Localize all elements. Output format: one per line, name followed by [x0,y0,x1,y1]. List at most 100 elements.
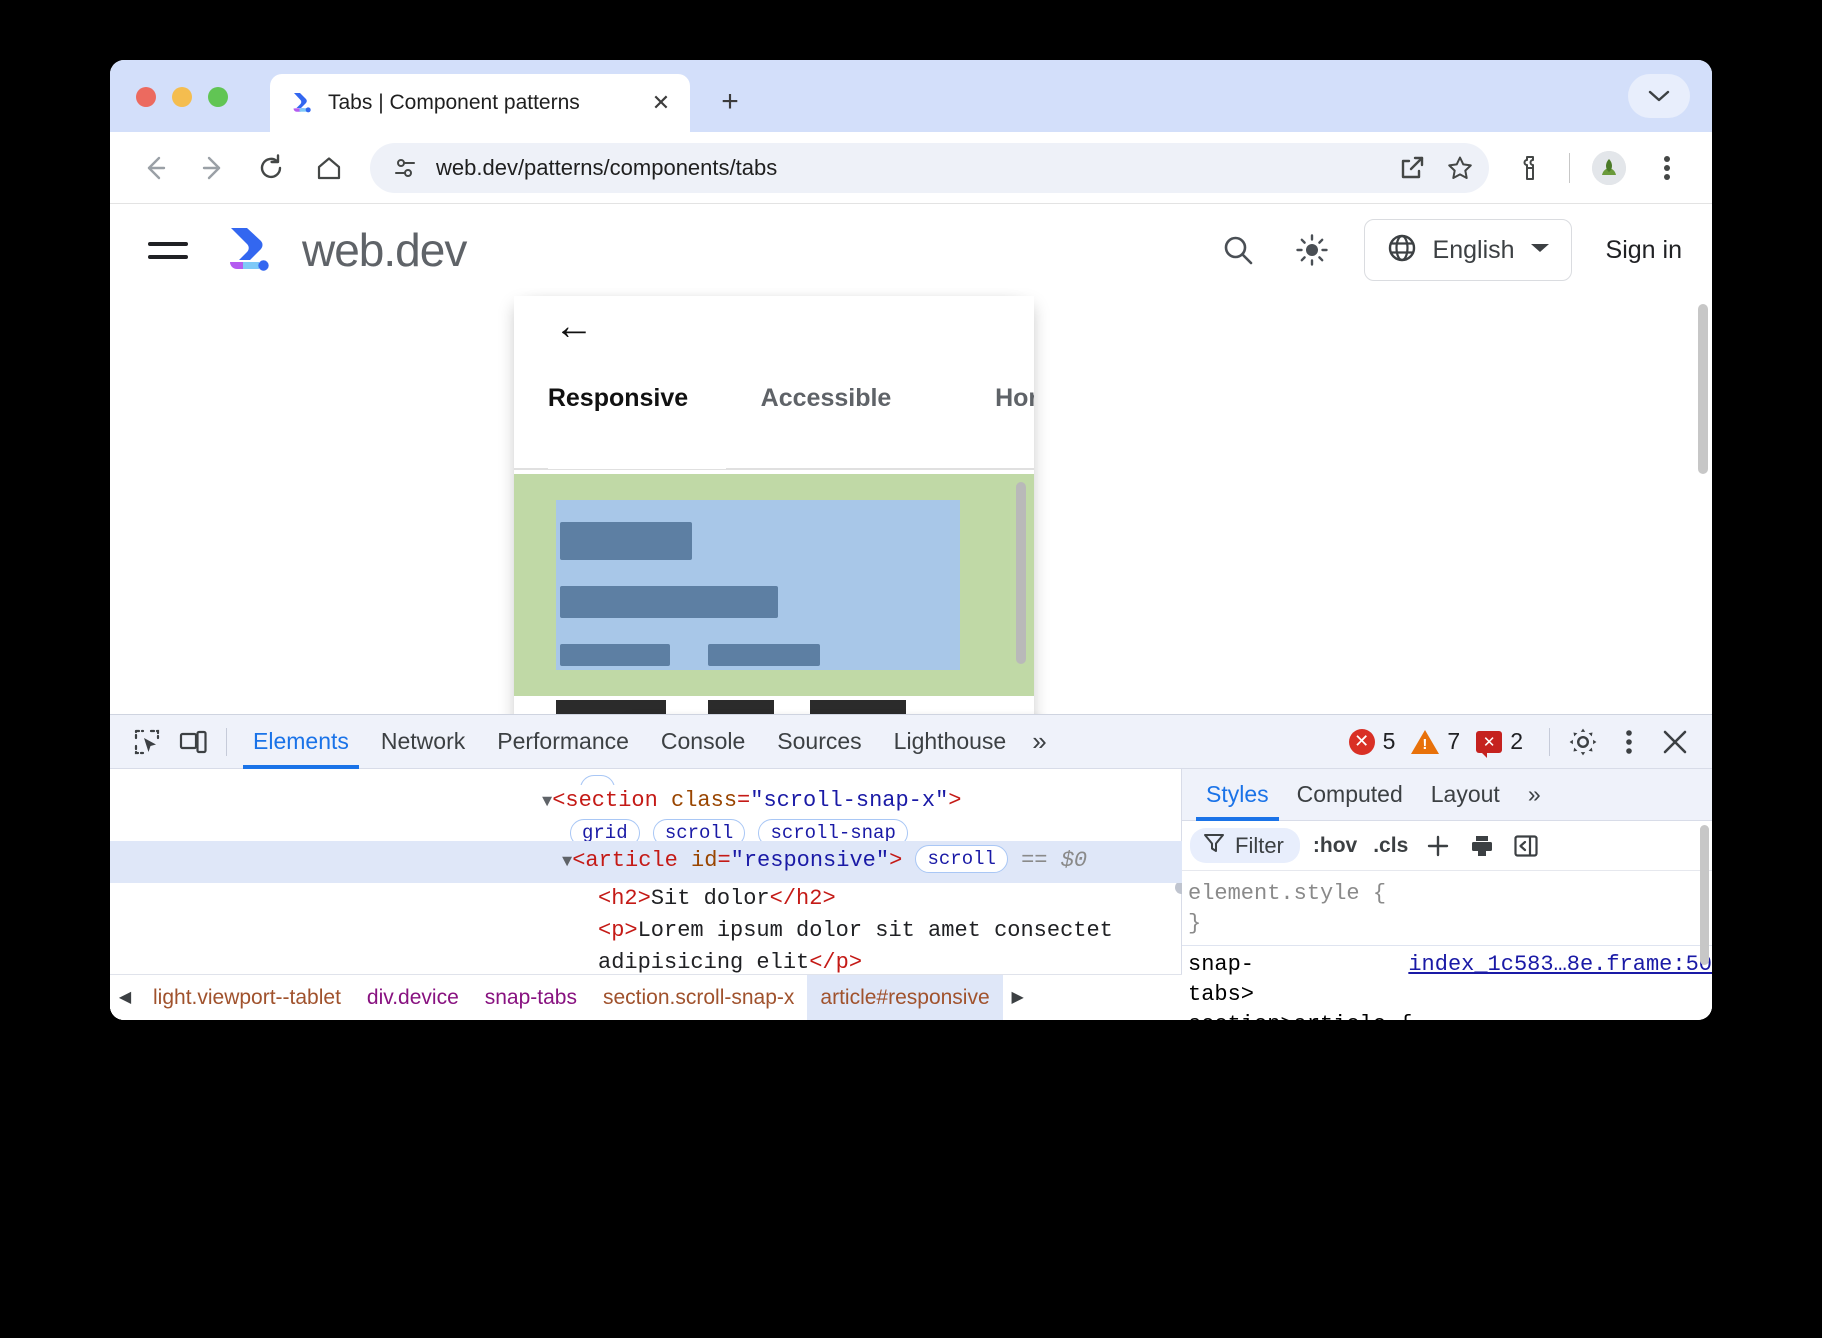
devtools-tab-elements[interactable]: Elements [237,715,365,769]
devtools-body: ⋯ ▼<section class="scroll-snap-x"> grid … [110,769,1712,1020]
new-tab-button[interactable]: + [710,82,750,122]
breadcrumb-item-viewport[interactable]: light.viewport--tablet [140,975,354,1021]
breadcrumb: ◀ light.viewport--tablet div.device snap… [110,974,1182,1020]
scroll-badge[interactable]: scroll [915,845,1007,873]
page-scrollbar[interactable] [1698,304,1708,474]
expand-triangle-icon[interactable]: ▼ [542,787,552,819]
breadcrumb-item-section[interactable]: section.scroll-snap-x [590,975,807,1021]
funnel-icon [1202,831,1226,860]
breadcrumb-item-snap-tabs[interactable]: snap-tabs [472,975,590,1021]
devtools-tab-console[interactable]: Console [645,715,761,769]
chevron-down-icon [1529,241,1551,260]
devtools-panel: Elements Network Performance Console Sou… [110,714,1712,1020]
breadcrumb-item-device[interactable]: div.device [354,975,472,1021]
grid-chip[interactable]: grid [570,819,640,841]
dom-line-p[interactable]: <p>Lorem ipsum dolor sit amet consectet [110,915,1182,947]
three-dot-menu-icon[interactable] [1640,141,1694,195]
minimize-window-button[interactable] [172,87,192,107]
sun-icon[interactable] [1284,222,1340,278]
hov-toggle[interactable]: :hov [1310,834,1360,858]
styles-tab-bar: Styles Computed Layout » [1182,769,1712,821]
devtools-tab-sources[interactable]: Sources [761,715,877,769]
site-logo-text[interactable]: web.dev [302,223,466,277]
webdev-logo-icon [288,90,314,116]
address-bar[interactable]: web.dev/patterns/components/tabs [370,143,1489,193]
dom-chips-row-top [110,775,1182,785]
device-toolbar-icon[interactable] [170,721,216,763]
search-input[interactable]: Filter [1190,828,1300,863]
browser-toolbar: web.dev/patterns/components/tabs [110,132,1712,204]
browser-tab[interactable]: Tabs | Component patterns ✕ [270,74,690,132]
sign-in-link[interactable]: Sign in [1606,236,1682,265]
styles-tab-computed[interactable]: Computed [1283,769,1417,821]
layout-chip[interactable] [580,775,615,785]
dom-tree-pane[interactable]: ⋯ ▼<section class="scroll-snap-x"> grid … [110,769,1182,1020]
breadcrumb-scroll-left[interactable]: ◀ [110,975,140,1021]
breadcrumb-scroll-right[interactable]: ▶ [1003,975,1033,1021]
styles-tab-styles[interactable]: Styles [1192,769,1283,821]
page-content: ← Responsive Accessible Horizo [110,296,1712,764]
warning-counter[interactable]: 7 [1411,728,1460,755]
breadcrumb-item-article[interactable]: article#responsive [807,975,1002,1021]
tune-icon[interactable] [388,151,422,185]
puzzle-icon[interactable] [1503,141,1557,195]
devtools-tab-network[interactable]: Network [365,715,481,769]
reload-icon[interactable] [244,141,298,195]
forward-arrow-icon[interactable] [186,141,240,195]
scroll-chip[interactable]: scroll [653,819,745,841]
toggle-sidebar-icon[interactable] [1509,829,1543,863]
language-selector[interactable]: English [1364,219,1572,281]
styles-tabs-overflow-icon[interactable]: » [1514,769,1555,821]
demo-tabs: Responsive Accessible Horizo [514,384,1034,413]
demo-tab-responsive[interactable]: Responsive [514,384,722,413]
three-dot-menu-icon[interactable] [1606,721,1652,763]
demo-back-arrow-icon[interactable]: ← [554,304,594,349]
devtools-tab-performance[interactable]: Performance [481,715,645,769]
dom-dollar-zero: == $0 [1021,848,1087,873]
search-icon[interactable] [1210,222,1266,278]
dom-tag-section: section [565,788,657,813]
back-arrow-icon[interactable] [128,141,182,195]
avatar[interactable] [1582,141,1636,195]
dom-attr-class: class [671,788,737,813]
close-window-button[interactable] [136,87,156,107]
devtools-tabs-overflow-icon[interactable]: » [1022,726,1056,757]
dom-line-h2[interactable]: <h2>Sit dolor</h2> [110,883,1182,915]
gear-icon[interactable] [1560,721,1606,763]
dom-p-close: </p> [809,950,862,975]
demo-tab-accessible[interactable]: Accessible [722,384,930,413]
article-scrollbar[interactable] [1016,482,1026,664]
chevron-down-icon[interactable] [1628,74,1690,118]
devtools-tab-lighthouse[interactable]: Lighthouse [878,715,1023,769]
rule-source-link[interactable]: index_1c583…8e.frame:50 [1408,950,1712,980]
zoom-window-button[interactable] [208,87,228,107]
url-text[interactable]: web.dev/patterns/components/tabs [436,155,1381,181]
hamburger-icon[interactable] [144,226,192,274]
demo-tab-horizontal[interactable]: Horizo [930,384,1034,413]
home-icon[interactable] [302,141,356,195]
print-icon[interactable] [1465,829,1499,863]
webdev-logo-icon[interactable] [220,222,276,278]
violation-counter[interactable]: ✕ 2 [1476,728,1523,755]
dom-line-section[interactable]: ▼<section class="scroll-snap-x"> [110,785,1182,819]
dom-line-article-selected[interactable]: ▼<article id="responsive"> scroll == $0 [110,841,1182,883]
expand-triangle-icon[interactable]: ▼ [562,843,572,883]
tab-strip: Tabs | Component patterns ✕ + [110,60,1712,132]
warning-icon [1411,730,1439,754]
error-counter[interactable]: ✕ 5 [1349,728,1396,755]
dom-h2-close: </h2> [770,886,836,911]
inspect-element-icon[interactable] [124,721,170,763]
styles-tab-layout[interactable]: Layout [1417,769,1514,821]
styles-rules[interactable]: element.style { } snap- index_1c583…8e.f… [1182,871,1712,1020]
plus-icon[interactable] [1421,829,1455,863]
share-icon[interactable] [1395,151,1429,185]
style-rule-element-style[interactable]: element.style { } [1182,875,1712,946]
close-tab-button[interactable]: ✕ [646,88,676,118]
close-icon[interactable] [1652,721,1698,763]
star-icon[interactable] [1443,151,1477,185]
dom-p-text-cont: adipisicing elit [598,950,809,975]
style-rule-snap-tabs[interactable]: snap- index_1c583…8e.frame:50 tabs> sect… [1182,946,1712,1020]
cls-toggle[interactable]: .cls [1370,834,1411,858]
styles-scrollbar[interactable] [1700,871,1709,965]
scroll-snap-chip[interactable]: scroll-snap [758,819,907,841]
